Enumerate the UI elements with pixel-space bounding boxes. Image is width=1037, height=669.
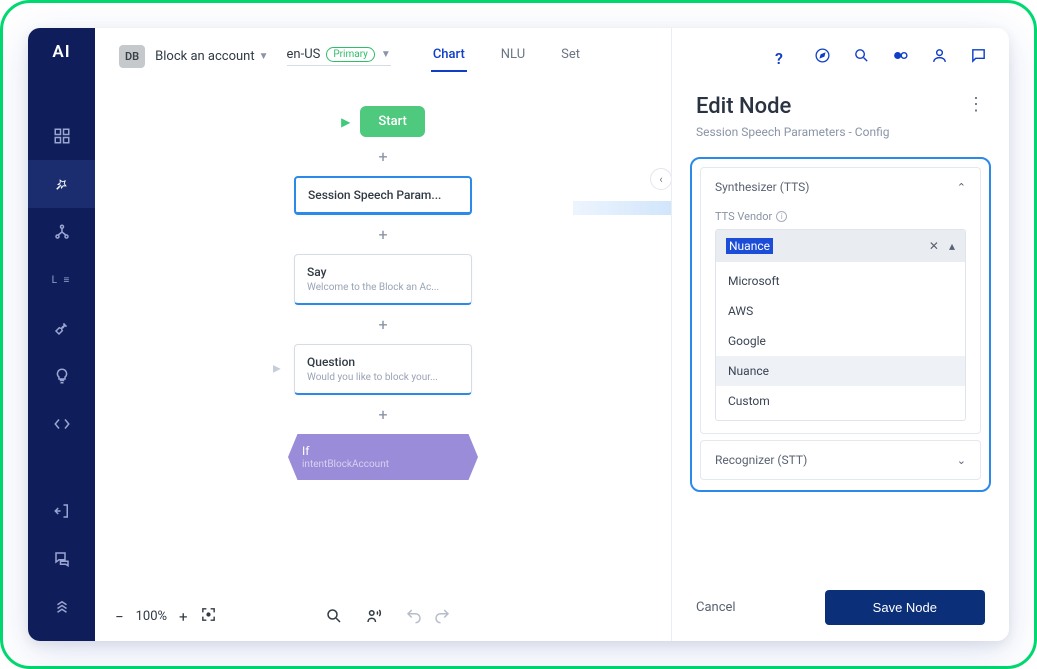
section-label: Recognizer (STT) xyxy=(715,453,807,467)
node-title: If xyxy=(302,444,464,458)
option-microsoft[interactable]: Microsoft xyxy=(716,266,965,296)
tts-vendor-options: Microsoft AWS Google Nuance Custom xyxy=(716,262,965,420)
redo-icon[interactable] xyxy=(433,607,451,629)
panel-collapse-handle[interactable]: ‹ xyxy=(650,168,671,190)
sidebar-chat-icon[interactable] xyxy=(28,535,95,583)
chevron-up-icon: ⌃ xyxy=(957,181,966,194)
panel-title: Edit Node xyxy=(696,94,889,119)
add-node-icon[interactable]: + xyxy=(378,315,387,334)
undo-icon[interactable] xyxy=(405,607,423,629)
main-area: DB Block an account ▼ en-US Primary ▼ Ch… xyxy=(95,28,671,641)
panel-toolbar: ? xyxy=(672,28,1009,86)
user-icon[interactable] xyxy=(931,47,948,68)
cancel-button[interactable]: Cancel xyxy=(696,600,736,615)
sidebar-collapse-icon[interactable] xyxy=(28,583,95,631)
tts-vendor-label: TTS Vendor i xyxy=(715,210,966,223)
search-icon[interactable] xyxy=(853,47,870,68)
search-icon[interactable] xyxy=(325,607,343,629)
flow-canvas[interactable]: ‹ ▶ Start + Session Speech Param... + Sa… xyxy=(95,86,671,641)
kebab-menu-icon[interactable]: ⋮ xyxy=(967,94,985,115)
sidebar-dashboard-icon[interactable] xyxy=(28,112,95,160)
add-node-icon[interactable]: + xyxy=(378,147,387,166)
fit-screen-icon[interactable] xyxy=(200,606,217,627)
tab-nlu[interactable]: NLU xyxy=(499,41,527,72)
section-label: Synthesizer (TTS) xyxy=(715,180,809,194)
zoom-in-button[interactable]: + xyxy=(179,608,188,626)
zoom-level: 100% xyxy=(136,609,167,624)
add-node-icon[interactable]: + xyxy=(378,225,387,244)
highlighted-region: Synthesizer (TTS) ⌃ TTS Vendor i Nuance xyxy=(690,157,991,492)
stt-section: Recognizer (STT) ⌄ xyxy=(700,440,981,480)
tab-set[interactable]: Set xyxy=(559,41,582,72)
option-google[interactable]: Google xyxy=(716,326,965,356)
chevron-down-icon[interactable]: ▼ xyxy=(381,49,391,60)
tts-section: Synthesizer (TTS) ⌃ TTS Vendor i Nuance xyxy=(700,167,981,434)
add-node-icon[interactable]: + xyxy=(378,405,387,424)
node-subtitle: Welcome to the Block an Ac... xyxy=(307,282,459,293)
play-icon[interactable]: ▶ xyxy=(341,115,350,129)
sidebar-list-icon[interactable]: L ≡ xyxy=(28,256,95,304)
voice-icon[interactable] xyxy=(365,607,383,629)
project-badge: DB xyxy=(119,45,145,68)
node-subtitle: Would you like to block your... xyxy=(307,372,459,383)
option-nuance[interactable]: Nuance xyxy=(716,356,965,386)
panel-subtitle: Session Speech Parameters - Config xyxy=(696,125,889,139)
node-title: Question xyxy=(307,355,459,369)
locale-selector[interactable]: en-US Primary ▼ xyxy=(287,47,391,66)
comment-icon[interactable] xyxy=(970,47,987,68)
help-icon[interactable]: ? xyxy=(775,49,792,66)
chevron-down-icon: ⌄ xyxy=(957,454,966,467)
compass-icon[interactable] xyxy=(814,47,831,68)
chevron-down-icon[interactable]: ▼ xyxy=(259,51,269,62)
node-subtitle: intentBlockAccount xyxy=(302,459,464,470)
tts-vendor-select[interactable]: Nuance ✕ ▴ Microsoft AWS Google Nuance C… xyxy=(715,229,966,421)
select-value: Nuance xyxy=(726,238,773,254)
edit-panel: ? Edit Node Session Speech Parameters - … xyxy=(671,28,1009,641)
start-node[interactable]: Start xyxy=(360,106,424,137)
locale-label: en-US xyxy=(287,47,321,62)
play-icon[interactable]: ▶ xyxy=(273,364,281,375)
topbar: DB Block an account ▼ en-US Primary ▼ Ch… xyxy=(95,28,671,86)
info-icon[interactable]: i xyxy=(776,211,787,222)
sidebar-pin-icon[interactable] xyxy=(28,160,95,208)
flow-node-if[interactable]: If intentBlockAccount xyxy=(288,434,478,480)
primary-badge: Primary xyxy=(326,47,375,62)
option-aws[interactable]: AWS xyxy=(716,296,965,326)
left-sidebar: AI L ≡ xyxy=(28,28,95,641)
sidebar-logout-icon[interactable] xyxy=(28,487,95,535)
save-node-button[interactable]: Save Node xyxy=(825,590,985,625)
sidebar-bulb-icon[interactable] xyxy=(28,352,95,400)
chevron-up-icon[interactable]: ▴ xyxy=(949,239,955,253)
zoom-controls: − 100% + xyxy=(115,606,217,627)
sidebar-code-icon[interactable] xyxy=(28,400,95,448)
logo: AI xyxy=(52,42,70,62)
flow-node-say[interactable]: Say Welcome to the Block an Ac... xyxy=(294,254,472,305)
flow-node-question[interactable]: ▶ Question Would you like to block your.… xyxy=(294,344,472,395)
breadcrumb-title[interactable]: Block an account xyxy=(155,49,254,64)
clear-icon[interactable]: ✕ xyxy=(929,239,939,253)
zoom-out-button[interactable]: − xyxy=(115,608,124,626)
tts-section-header[interactable]: Synthesizer (TTS) ⌃ xyxy=(701,168,980,206)
toggle-icon[interactable] xyxy=(892,47,909,68)
node-title: Session Speech Param... xyxy=(308,188,458,202)
sidebar-flow-icon[interactable] xyxy=(28,208,95,256)
tab-chart[interactable]: Chart xyxy=(431,41,467,72)
pointer-arrow xyxy=(573,194,671,222)
option-custom[interactable]: Custom xyxy=(716,386,965,416)
canvas-tools xyxy=(325,607,451,629)
node-title: Say xyxy=(307,265,459,279)
flow-node-session-speech[interactable]: Session Speech Param... xyxy=(294,176,472,215)
sidebar-wrench-icon[interactable] xyxy=(28,304,95,352)
stt-section-header[interactable]: Recognizer (STT) ⌄ xyxy=(701,441,980,479)
